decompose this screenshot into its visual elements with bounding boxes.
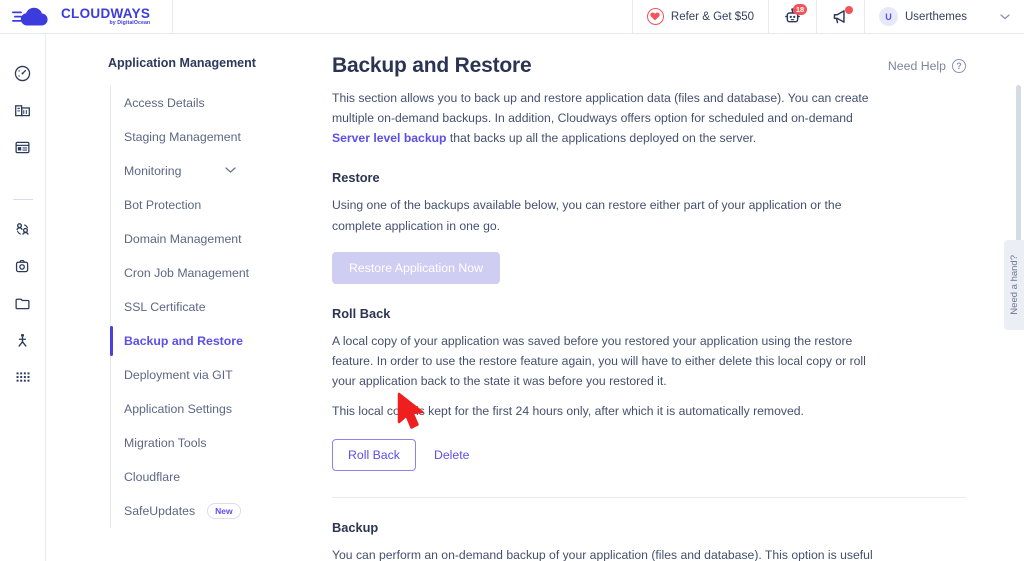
bot-assistant-button[interactable]: 18 [768, 0, 816, 33]
section-divider [332, 497, 966, 499]
intro-text-a: This section allows you to back up and r… [332, 91, 869, 126]
sidebar-item-migration-tools[interactable]: Migration Tools [111, 426, 324, 460]
need-help-label: Need Help [887, 59, 946, 73]
gear-glyph [15, 259, 29, 272]
sidebar-item-bot-protection[interactable]: Bot Protection [111, 188, 324, 222]
sidebar-item-backup-and-restore[interactable]: Backup and Restore [110, 324, 324, 358]
bot-notification-badge: 18 [793, 4, 807, 15]
intro-paragraph: This section allows you to back up and r… [332, 88, 880, 148]
intro-text-b: that backs up all the applications deplo… [446, 131, 757, 146]
sidebar-item-cron-job-management[interactable]: Cron Job Management [111, 256, 324, 290]
applications-icon[interactable] [8, 132, 38, 162]
sidebar-nav-list: Access Details Staging Management Monito… [110, 86, 324, 528]
sidebar-item-label: Access Details [124, 96, 205, 110]
sidebar-item-label: Domain Management [124, 232, 242, 246]
sidebar-item-monitoring[interactable]: Monitoring [111, 154, 324, 188]
chevron-glyph [225, 166, 237, 173]
servers-icon[interactable] [8, 95, 38, 125]
team-glyph [16, 222, 29, 235]
sidebar-item-label: Backup and Restore [124, 334, 243, 348]
restore-heading: Restore [332, 170, 380, 186]
sidebar-item-label: Cloudflare [124, 470, 181, 484]
sidebar-item-label: Application Settings [124, 402, 233, 416]
sidebar-item-label: Staging Management [124, 130, 241, 144]
avatar: U [879, 7, 898, 26]
sidebar-item-access-details[interactable]: Access Details [111, 86, 324, 120]
page-root: CLOUDWAYS by DigitalOcean Refer & Get $5… [0, 0, 1024, 561]
need-a-hand-tab[interactable]: Need a hand? [1004, 240, 1024, 330]
announcements-button[interactable] [816, 0, 864, 33]
backup-description: You can perform an on-demand backup of y… [332, 548, 873, 561]
main-content: Backup and Restore Need Help ? This sect… [324, 34, 1002, 561]
sidebar-item-domain-management[interactable]: Domain Management [111, 222, 324, 256]
rollback-heading: Roll Back [332, 305, 391, 321]
sidebar-item-deployment-via-git[interactable]: Deployment via GIT [111, 358, 324, 392]
rail-divider [12, 199, 33, 200]
question-mark-icon: ? [952, 59, 966, 73]
top-header: CLOUDWAYS by DigitalOcean Refer & Get $5… [0, 0, 1024, 34]
sidebar-item-cloudflare[interactable]: Cloudflare [111, 460, 324, 494]
backup-heading: Backup [332, 520, 379, 536]
left-icon-rail [0, 34, 46, 561]
sidebar-item-safeupdates[interactable]: SafeUpdates New [111, 494, 324, 528]
refer-and-get-button[interactable]: Refer & Get $50 [631, 0, 768, 33]
need-a-hand-label: Need a hand? [1008, 255, 1020, 315]
sidebar-item-label: Monitoring [124, 164, 182, 178]
cloudways-logo: CLOUDWAYS by DigitalOcean [12, 6, 150, 28]
rollback-description-1: A local copy of your application was sav… [332, 333, 866, 388]
deploy-icon[interactable] [8, 325, 38, 355]
sidebar-item-label: Deployment via GIT [124, 368, 233, 382]
sidebar-item-label: SSL Certificate [124, 300, 206, 314]
sidebar-title: Application Management [108, 56, 256, 70]
sidebar-item-staging-management[interactable]: Staging Management [111, 120, 324, 154]
user-name: Userthemes [905, 10, 967, 23]
refer-label: Refer & Get $50 [670, 10, 754, 23]
brand-logo-area[interactable]: CLOUDWAYS by DigitalOcean [0, 0, 173, 33]
need-help-button[interactable]: Need Help ? [888, 54, 966, 73]
settings-icon[interactable] [8, 251, 38, 281]
restore-application-now-button[interactable]: Restore Application Now [332, 251, 500, 284]
team-icon[interactable] [8, 214, 38, 244]
delete-button[interactable]: Delete [426, 440, 478, 470]
user-menu[interactable]: U Userthemes [864, 0, 1024, 33]
apps-grid-icon[interactable] [8, 362, 38, 392]
sidebar-item-label: Cron Job Management [124, 266, 250, 280]
chevron-glyph [1000, 13, 1010, 19]
brand-subtitle: by DigitalOcean [109, 20, 151, 27]
rollback-description-2: This local copy is kept for the first 24… [332, 404, 804, 418]
page-header: Backup and Restore Need Help ? [332, 54, 966, 78]
page-title: Backup and Restore [332, 54, 532, 77]
new-badge: New [207, 503, 241, 519]
server-level-backup-link[interactable]: Server level backup [332, 131, 447, 145]
rollback-actions: Roll Back Delete [332, 439, 966, 472]
header-spacer [173, 0, 632, 33]
chevron-down-icon [225, 166, 237, 177]
brand-name: CLOUDWAYS [61, 5, 151, 21]
sidebar-item-application-settings[interactable]: Application Settings [111, 392, 324, 426]
projects-icon[interactable] [8, 288, 38, 318]
sidebar-item-label: Migration Tools [124, 436, 207, 450]
roll-back-button[interactable]: Roll Back [332, 439, 416, 472]
folder-glyph [15, 298, 30, 309]
dashboard-icon[interactable] [8, 58, 38, 88]
grid-glyph [16, 371, 30, 382]
chevron-down-icon [1000, 12, 1010, 22]
speedometer-glyph [14, 65, 31, 81]
restore-description: Using one of the backups available below… [332, 198, 842, 233]
server-glyph [15, 104, 30, 116]
sidebar-item-ssl-certificate[interactable]: SSL Certificate [111, 290, 324, 324]
sidebar-item-label: Bot Protection [124, 198, 202, 212]
person-branch-glyph [18, 333, 27, 347]
announcement-dot [845, 6, 853, 14]
cloud-logo-icon [12, 7, 48, 26]
application-list-glyph [15, 141, 30, 153]
heart-icon [646, 8, 664, 25]
heart-glyph [650, 12, 661, 21]
sidebar-item-label: SafeUpdates [124, 504, 196, 518]
application-sidebar: Application Management Access Details St… [46, 34, 324, 561]
